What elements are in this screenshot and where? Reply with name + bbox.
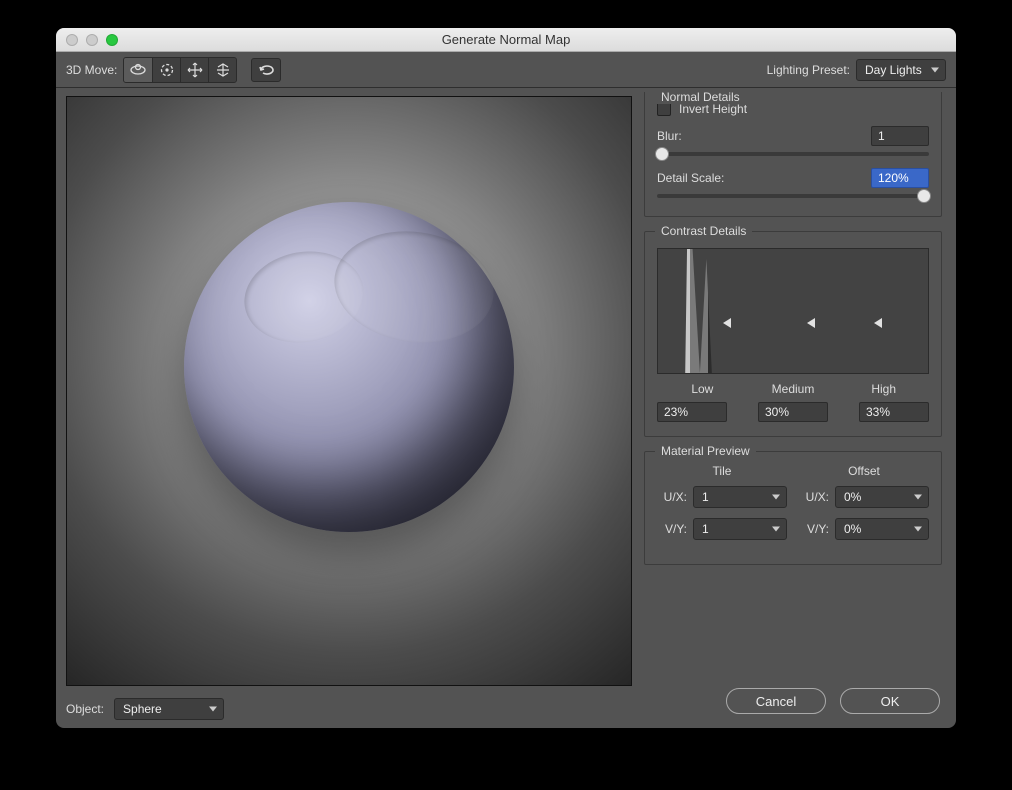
titlebar: Generate Normal Map <box>56 28 956 52</box>
ok-button[interactable]: OK <box>840 688 940 714</box>
detail-scale-input[interactable]: 120% <box>871 168 929 188</box>
object-label: Object: <box>66 702 104 716</box>
pan-tool-button[interactable] <box>180 58 208 82</box>
detail-scale-slider[interactable] <box>657 194 929 198</box>
orbit-tool-button[interactable] <box>124 58 152 82</box>
right-panel: Normal Details Invert Height Blur: 1 Det… <box>636 88 956 728</box>
contrast-histogram[interactable] <box>657 248 929 374</box>
slide-tool-button[interactable] <box>208 58 236 82</box>
tile-title: Tile <box>657 464 787 478</box>
lighting-preset-select[interactable]: Day Lights <box>856 59 946 81</box>
window-title: Generate Normal Map <box>56 32 956 47</box>
contrast-high-input[interactable]: 33% <box>859 402 929 422</box>
tile-ux-label: U/X: <box>657 490 687 504</box>
offset-vy-select[interactable]: 0% <box>835 518 929 540</box>
zoom-window-button[interactable] <box>106 34 118 46</box>
offset-vy-label: V/Y: <box>799 522 829 536</box>
blur-slider-thumb[interactable] <box>655 147 669 161</box>
offset-title: Offset <box>799 464 929 478</box>
detail-scale-slider-thumb[interactable] <box>917 189 931 203</box>
cancel-button[interactable]: Cancel <box>726 688 826 714</box>
tile-vy-select[interactable]: 1 <box>693 518 787 540</box>
invert-height-label: Invert Height <box>679 102 747 116</box>
contrast-details-title: Contrast Details <box>655 224 752 238</box>
contrast-marker-low[interactable] <box>723 318 731 328</box>
object-select[interactable]: Sphere <box>114 698 224 720</box>
3d-move-label: 3D Move: <box>66 63 117 77</box>
tile-ux-select[interactable]: 1 <box>693 486 787 508</box>
contrast-medium-label: Medium <box>748 382 839 396</box>
window-controls <box>66 34 118 46</box>
undo-button[interactable] <box>251 58 281 82</box>
close-window-button[interactable] <box>66 34 78 46</box>
contrast-details-group: Contrast Details Low Medium High 23% 30%… <box>644 231 942 437</box>
blur-label: Blur: <box>657 129 682 143</box>
left-panel: Object: Sphere <box>56 88 636 728</box>
contrast-high-label: High <box>838 382 929 396</box>
toolbar: 3D Move: Lighting Preset: Day Lights <box>56 52 956 88</box>
offset-ux-label: U/X: <box>799 490 829 504</box>
normal-details-group: Normal Details Invert Height Blur: 1 Det… <box>644 92 942 217</box>
histogram-bars <box>676 249 722 373</box>
lighting-preset-value: Day Lights <box>865 63 922 77</box>
dialog-body: Object: Sphere Normal Details Invert Hei… <box>56 88 956 728</box>
offset-column: Offset U/X: 0% V/Y: 0% <box>799 462 929 550</box>
blur-slider[interactable] <box>657 152 929 156</box>
contrast-low-input[interactable]: 23% <box>657 402 727 422</box>
invert-height-checkbox[interactable] <box>657 102 671 116</box>
tile-column: Tile U/X: 1 V/Y: 1 <box>657 462 787 550</box>
preview-sphere <box>184 202 514 532</box>
object-value: Sphere <box>123 702 162 716</box>
detail-scale-label: Detail Scale: <box>657 171 724 185</box>
minimize-window-button[interactable] <box>86 34 98 46</box>
offset-ux-select[interactable]: 0% <box>835 486 929 508</box>
3d-move-tool-group <box>123 57 237 83</box>
contrast-marker-high[interactable] <box>874 318 882 328</box>
material-preview-group: Material Preview Tile U/X: 1 V/Y: 1 <box>644 451 942 565</box>
blur-input[interactable]: 1 <box>871 126 929 146</box>
contrast-medium-input[interactable]: 30% <box>758 402 828 422</box>
normal-details-title: Normal Details <box>655 90 746 104</box>
preview-viewport[interactable] <box>66 96 632 686</box>
contrast-marker-medium[interactable] <box>807 318 815 328</box>
lighting-preset-label: Lighting Preset: <box>767 63 850 77</box>
dialog-footer: Cancel OK <box>644 684 942 720</box>
roll-tool-button[interactable] <box>152 58 180 82</box>
material-preview-title: Material Preview <box>655 444 756 458</box>
dialog-window: Generate Normal Map 3D Move: Lighting Pr… <box>56 28 956 728</box>
contrast-low-label: Low <box>657 382 748 396</box>
tile-vy-label: V/Y: <box>657 522 687 536</box>
